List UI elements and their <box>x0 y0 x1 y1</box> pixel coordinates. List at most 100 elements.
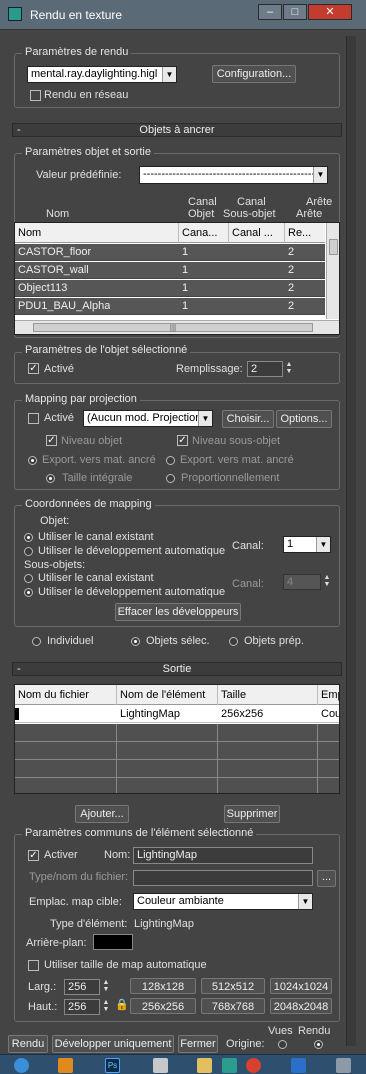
choose-button[interactable]: Choisir... <box>222 410 274 428</box>
chevron-down-icon: ▼ <box>198 411 212 426</box>
background-color-swatch[interactable] <box>93 934 133 950</box>
unwrap-only-button[interactable]: Développer uniquement <box>52 1035 174 1053</box>
outlook-icon[interactable] <box>291 1058 306 1073</box>
proportional-label: Proportionnellement <box>181 472 280 484</box>
projection-modifier-dropdown[interactable]: (Aucun mod. Projection ▼ <box>83 410 213 427</box>
minimize-button[interactable]: – <box>258 4 282 20</box>
clear-unwrappers-button[interactable]: Effacer les développeurs <box>115 603 241 621</box>
objects-list[interactable]: Nom Cana... Canal ... Re... CASTOR_floor… <box>14 222 340 335</box>
object-level-checkbox[interactable]: ✓ <box>46 435 57 446</box>
output-list-header: Nom du fichier Nom de l'élément Taille E… <box>15 685 339 705</box>
column-above-sub-object: Sous-objet <box>223 208 276 220</box>
preset-512-button[interactable]: 512x512 <box>201 978 265 994</box>
maximize-button[interactable]: □ <box>283 4 307 20</box>
height-spinner[interactable]: ▲ ▼ <box>101 999 111 1015</box>
close-button[interactable]: ✕ <box>308 4 352 20</box>
ie-icon[interactable] <box>14 1058 29 1073</box>
preset-128-button[interactable]: 128x128 <box>130 978 196 994</box>
selected-enabled-label: Activé <box>44 363 74 375</box>
col-size[interactable]: Taille <box>217 685 317 705</box>
objects-list-vscroll[interactable] <box>326 223 339 319</box>
height-field[interactable]: 256 <box>64 999 100 1015</box>
3dsmax-icon[interactable] <box>222 1058 237 1073</box>
full-size-radio[interactable] <box>46 474 55 483</box>
app-icon[interactable] <box>153 1058 168 1073</box>
table-row[interactable]: CASTOR_wall 1 2 <box>15 262 325 279</box>
export-sub-radio[interactable] <box>166 456 175 465</box>
remove-button[interactable]: Supprimer <box>224 805 280 823</box>
browse-button[interactable]: ... <box>317 870 336 887</box>
chevron-down-icon: ▼ <box>316 537 330 552</box>
photoshop-icon[interactable]: Ps <box>105 1058 120 1073</box>
table-row[interactable]: Object113 1 2 <box>15 280 325 297</box>
col-filename[interactable]: Nom du fichier <box>15 685 115 705</box>
proportional-radio[interactable] <box>166 474 175 483</box>
close-dialog-button[interactable]: Fermer <box>178 1035 218 1053</box>
output-list-empty <box>15 724 339 793</box>
origin-label: Origine: <box>226 1038 265 1050</box>
file-field[interactable] <box>133 870 313 886</box>
padding-field[interactable]: 2 <box>247 361 283 377</box>
width-field[interactable]: 256 <box>64 979 100 995</box>
sub-use-auto-radio[interactable] <box>24 588 33 597</box>
configure-button[interactable]: Configuration... <box>212 65 296 83</box>
chrome-icon[interactable] <box>246 1058 261 1073</box>
sub-channel-spinner[interactable]: ▲ ▼ <box>322 574 332 590</box>
preset-256-button[interactable]: 256x256 <box>130 998 196 1014</box>
projection-enabled-label: Activé <box>44 412 74 424</box>
renderer-dropdown[interactable]: mental.ray.daylighting.higl ▼ <box>27 66 177 83</box>
col-sub-channel[interactable]: Canal ... <box>228 223 284 243</box>
padding-label: Remplissage: <box>176 363 243 375</box>
output-rollout-header[interactable]: - Sortie <box>12 662 342 676</box>
network-render-checkbox[interactable] <box>30 90 41 101</box>
objects-rollout-header[interactable]: - Objets à ancrer <box>12 123 342 137</box>
use-existing-channel-radio[interactable] <box>24 533 33 542</box>
preset-768-button[interactable]: 768x768 <box>201 998 265 1014</box>
col-edge[interactable]: Re... <box>284 223 324 243</box>
preset-dropdown[interactable]: ----------------------------------------… <box>139 166 328 184</box>
col-name[interactable]: Nom <box>15 223 177 243</box>
views-label: Vues <box>268 1025 293 1037</box>
enable-checkbox[interactable]: ✓ <box>28 850 39 861</box>
rendered-radio[interactable] <box>314 1040 323 1049</box>
selected-objects-radio[interactable] <box>131 637 140 646</box>
panel-scrollbar[interactable] <box>346 36 356 1046</box>
auto-size-checkbox[interactable] <box>28 960 39 971</box>
use-existing-channel-label: Utiliser le canal existant <box>38 531 154 543</box>
column-above-edge-2: Arête <box>296 208 323 220</box>
media-player-icon[interactable] <box>58 1058 73 1073</box>
name-field[interactable]: LightingMap <box>133 847 313 864</box>
folder-icon[interactable] <box>197 1058 212 1073</box>
individual-radio[interactable] <box>32 637 41 646</box>
col-element-name[interactable]: Nom de l'élément <box>116 685 216 705</box>
options-button[interactable]: Options... <box>276 410 332 428</box>
sub-channel-field[interactable]: 4 <box>283 574 321 590</box>
projection-enabled-checkbox[interactable] <box>28 413 39 424</box>
col-object-channel[interactable]: Cana... <box>178 223 228 243</box>
add-button[interactable]: Ajouter... <box>75 805 129 823</box>
sub-object-level-checkbox[interactable]: ✓ <box>177 435 188 446</box>
col-slot[interactable]: Emp <box>317 685 339 705</box>
calculator-icon[interactable] <box>336 1058 351 1073</box>
taskbar: Ps <box>0 1054 366 1074</box>
padding-spinner[interactable]: ▲ ▼ <box>284 361 294 377</box>
channel-dropdown[interactable]: 1 ▼ <box>283 536 331 553</box>
render-button[interactable]: Rendu <box>8 1035 48 1053</box>
output-list[interactable]: Nom du fichier Nom de l'élément Taille E… <box>14 684 340 794</box>
prepared-objects-radio[interactable] <box>229 637 238 646</box>
lock-icon[interactable]: 🔒 <box>115 998 129 1013</box>
sub-use-existing-radio[interactable] <box>24 574 33 583</box>
table-row[interactable]: LightingMap 256x256 Coul <box>15 706 339 723</box>
export-object-radio[interactable] <box>28 456 37 465</box>
selected-enabled-checkbox[interactable]: ✓ <box>28 363 39 374</box>
objects-list-hscroll[interactable]: ||| <box>15 320 339 334</box>
table-row[interactable]: CASTOR_floor 1 2 <box>15 244 325 261</box>
use-auto-unwrap-radio[interactable] <box>24 547 33 556</box>
target-slot-dropdown[interactable]: Couleur ambiante ▼ <box>133 893 313 910</box>
table-row[interactable]: PDU1_BAU_Alpha 1 2 <box>15 298 325 315</box>
preset-2048-button[interactable]: 2048x2048 <box>270 998 332 1014</box>
title-bar: Rendu en texture – □ ✕ <box>0 0 366 30</box>
preset-1024-button[interactable]: 1024x1024 <box>270 978 332 994</box>
views-radio[interactable] <box>278 1040 287 1049</box>
width-spinner[interactable]: ▲ ▼ <box>101 979 111 995</box>
